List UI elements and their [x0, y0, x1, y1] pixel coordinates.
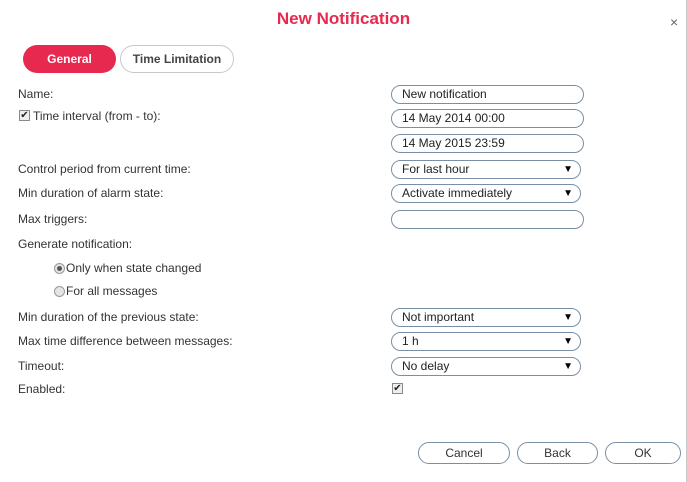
- max-time-difference-select[interactable]: 1 h ▼: [391, 332, 581, 351]
- option-only-when-state-changed-label: Only when state changed: [66, 261, 202, 275]
- chevron-down-icon: ▼: [563, 361, 573, 372]
- time-interval-label: Time interval (from - to):: [33, 109, 161, 123]
- tab-time-limitation[interactable]: Time Limitation: [120, 45, 234, 73]
- time-interval-to-field[interactable]: 14 May 2015 23:59: [391, 134, 584, 153]
- generate-notification-label: Generate notification:: [18, 237, 133, 251]
- enabled-label: Enabled:: [18, 382, 66, 396]
- chevron-down-icon: ▼: [563, 312, 573, 323]
- close-icon[interactable]: ×: [670, 14, 678, 30]
- ok-button[interactable]: OK: [605, 442, 681, 464]
- cancel-button[interactable]: Cancel: [418, 442, 510, 464]
- control-period-value: For last hour: [402, 162, 470, 176]
- radio-for-all-messages[interactable]: [54, 286, 65, 297]
- new-notification-dialog: New Notification × General Time Limitati…: [0, 0, 687, 482]
- timeout-select[interactable]: No delay ▼: [391, 357, 581, 376]
- time-interval-from-field[interactable]: 14 May 2014 00:00: [391, 109, 584, 128]
- control-period-label: Control period from current time:: [18, 162, 191, 176]
- chevron-down-icon: ▼: [563, 188, 573, 199]
- option-for-all-messages-label: For all messages: [66, 284, 158, 298]
- max-time-difference-value: 1 h: [402, 334, 419, 348]
- max-triggers-field[interactable]: [391, 210, 584, 229]
- max-triggers-label: Max triggers:: [18, 212, 88, 226]
- max-time-difference-label: Max time difference between messages:: [18, 334, 233, 348]
- min-duration-alarm-value: Activate immediately: [402, 186, 513, 200]
- check-icon: ✔: [20, 110, 29, 121]
- radio-only-when-state-changed[interactable]: [54, 263, 65, 274]
- check-icon: ✔: [393, 383, 402, 394]
- min-duration-previous-label: Min duration of the previous state:: [18, 310, 199, 324]
- chevron-down-icon: ▼: [563, 336, 573, 347]
- back-button[interactable]: Back: [517, 442, 598, 464]
- control-period-select[interactable]: For last hour ▼: [391, 160, 581, 179]
- enabled-checkbox[interactable]: ✔: [392, 383, 403, 394]
- timeout-label: Timeout:: [18, 359, 65, 373]
- name-label: Name:: [18, 87, 54, 101]
- dialog-title: New Notification: [276, 9, 411, 28]
- min-duration-alarm-select[interactable]: Activate immediately ▼: [391, 184, 581, 203]
- tab-general[interactable]: General: [23, 45, 116, 73]
- chevron-down-icon: ▼: [563, 164, 573, 175]
- name-field[interactable]: New notification: [391, 85, 584, 104]
- timeout-value: No delay: [402, 359, 450, 373]
- min-duration-alarm-label: Min duration of alarm state:: [18, 186, 164, 200]
- time-interval-checkbox[interactable]: ✔: [19, 110, 30, 121]
- min-duration-previous-select[interactable]: Not important ▼: [391, 308, 581, 327]
- min-duration-previous-value: Not important: [402, 310, 475, 324]
